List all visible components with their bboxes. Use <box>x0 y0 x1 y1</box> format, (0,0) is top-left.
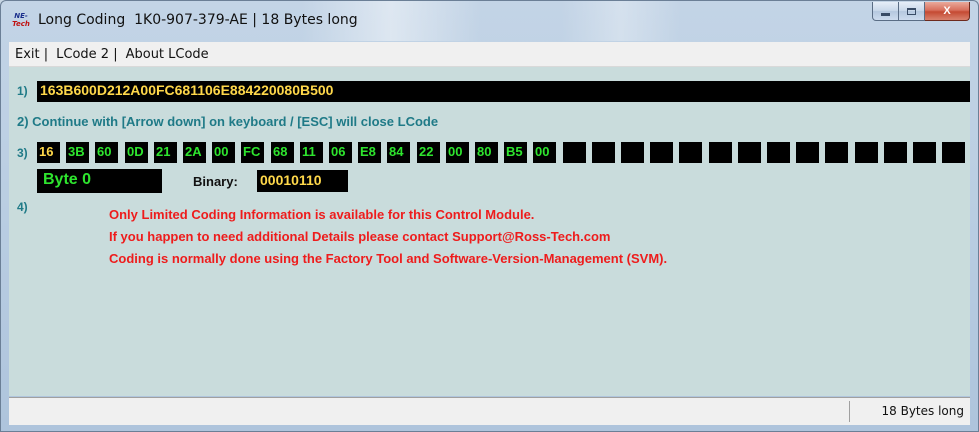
maximize-button[interactable] <box>899 2 925 21</box>
byte-cell[interactable] <box>855 142 878 163</box>
byte-cell[interactable] <box>621 142 644 163</box>
byte-cell[interactable]: 84 <box>387 142 410 163</box>
info-message: Only Limited Coding Information is avail… <box>109 207 535 222</box>
title-bar[interactable]: NE- Tech Long Coding 1K0-907-379-AE | 18… <box>1 1 978 41</box>
byte-cell[interactable] <box>913 142 936 163</box>
byte-grid: 16 3B 60 0D 21 2A 00 FC 68 11 06 E8 84 22 00 80 B5 00 <box>37 142 971 163</box>
byte-value: 3B <box>68 144 85 159</box>
byte-index-label: Byte 0 <box>43 171 92 188</box>
byte-value: 21 <box>156 144 171 159</box>
lcode-window: NE- Tech Long Coding 1K0-907-379-AE | 18… <box>0 0 979 432</box>
menu-exit[interactable]: Exit | <box>9 47 52 62</box>
byte-value: B5 <box>506 144 523 159</box>
binary-label: Binary: <box>193 174 238 189</box>
logo-text-top: NE- <box>14 12 28 20</box>
byte-value: 84 <box>389 144 404 159</box>
byte-cell[interactable]: FC <box>241 142 264 163</box>
row-4-label: 4) <box>17 200 28 214</box>
byte-cell[interactable] <box>679 142 702 163</box>
status-byte-count: 18 Bytes long <box>881 404 964 418</box>
byte-cell[interactable]: 00 <box>446 142 469 163</box>
byte-value: 0D <box>127 144 144 159</box>
logo-text-bottom: Tech <box>12 20 30 28</box>
byte-cell[interactable]: 06 <box>329 142 352 163</box>
byte-cell[interactable] <box>767 142 790 163</box>
coding-string: 163B600D212A00FC681106E884220080B500 <box>40 82 334 98</box>
minimize-icon <box>881 13 890 16</box>
maximize-icon <box>907 7 916 15</box>
byte-cell[interactable]: 11 <box>300 142 323 163</box>
close-icon: X <box>943 5 951 17</box>
byte-cell[interactable]: 0D <box>125 142 148 163</box>
byte-cell[interactable] <box>942 142 965 163</box>
byte-cell[interactable]: B5 <box>504 142 527 163</box>
client-area: 1) 163B600D212A00FC681106E884220080B500 … <box>9 67 970 396</box>
app-logo-icon: NE- Tech <box>12 12 30 30</box>
byte-value: 16 <box>39 144 54 159</box>
window-controls: X <box>872 2 970 22</box>
byte-cell[interactable]: 68 <box>271 142 294 163</box>
byte-value: E8 <box>360 144 376 159</box>
byte-cell[interactable]: 3B <box>66 142 89 163</box>
byte-value: 22 <box>419 144 434 159</box>
byte-cell[interactable]: 2A <box>183 142 206 163</box>
byte-cell[interactable]: 00 <box>212 142 235 163</box>
byte-value: 60 <box>97 144 112 159</box>
byte-cell[interactable] <box>592 142 615 163</box>
byte-cell[interactable]: 22 <box>417 142 440 163</box>
byte-cell[interactable] <box>738 142 761 163</box>
byte-cell[interactable]: E8 <box>358 142 381 163</box>
row-1-label: 1) <box>17 84 28 98</box>
title-glow <box>561 1 681 41</box>
instruction-text: 2) Continue with [Arrow down] on keyboar… <box>17 114 439 129</box>
status-separator <box>849 401 850 422</box>
status-bar: 18 Bytes long <box>9 397 970 425</box>
window-title: Long Coding 1K0-907-379-AE | 18 Bytes lo… <box>38 12 358 28</box>
menu-about-lcode[interactable]: About LCode <box>122 47 213 62</box>
menu-bar: Exit | LCode 2 | About LCode <box>9 42 970 67</box>
minimize-button[interactable] <box>872 2 899 21</box>
binary-display: 00010110 <box>257 170 348 192</box>
byte-value: 00 <box>535 144 550 159</box>
byte-cell[interactable]: 16 <box>37 142 60 163</box>
byte-value: 00 <box>448 144 463 159</box>
byte-value: 06 <box>331 144 346 159</box>
byte-cell[interactable]: 00 <box>533 142 556 163</box>
close-button[interactable]: X <box>925 2 970 21</box>
byte-value: 00 <box>214 144 229 159</box>
byte-cell[interactable]: 60 <box>95 142 118 163</box>
byte-value: 2A <box>185 144 202 159</box>
byte-cell[interactable] <box>796 142 819 163</box>
byte-cell[interactable] <box>884 142 907 163</box>
byte-value: FC <box>243 144 261 159</box>
byte-index-display: Byte 0 <box>37 169 162 193</box>
byte-value: 68 <box>273 144 288 159</box>
byte-cell[interactable]: 21 <box>154 142 177 163</box>
byte-cell[interactable]: 80 <box>475 142 498 163</box>
byte-value: 80 <box>477 144 492 159</box>
byte-cell[interactable] <box>563 142 586 163</box>
info-message: If you happen to need additional Details… <box>109 229 611 244</box>
coding-string-field[interactable]: 163B600D212A00FC681106E884220080B500 <box>37 81 970 102</box>
byte-cell[interactable] <box>709 142 732 163</box>
row-3-label: 3) <box>17 146 28 160</box>
byte-cell[interactable] <box>825 142 848 163</box>
byte-cell[interactable] <box>650 142 673 163</box>
menu-lcode-2[interactable]: LCode 2 | <box>52 47 121 62</box>
info-message: Coding is normally done using the Factor… <box>109 251 668 266</box>
binary-value: 00010110 <box>260 172 322 188</box>
byte-value: 11 <box>302 144 316 159</box>
